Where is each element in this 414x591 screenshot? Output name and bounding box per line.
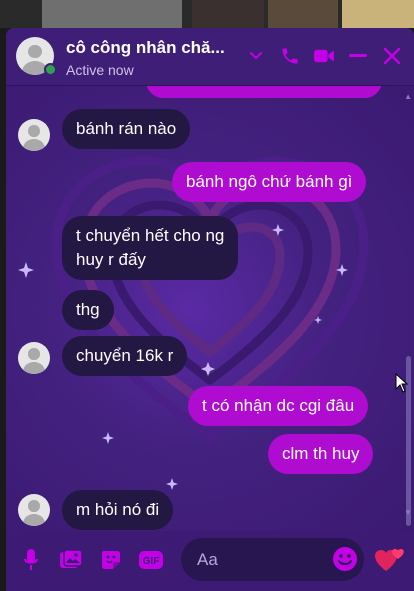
message-text: bánh rán nào (76, 119, 177, 138)
mouse-cursor-icon (395, 373, 409, 393)
image-icon[interactable] (58, 547, 84, 573)
message-text: m hỏi nó đi (76, 500, 160, 519)
message-avatar[interactable] (18, 119, 50, 151)
chat-header: cô công nhân chă... Active now (6, 28, 414, 86)
online-status-dot (44, 63, 57, 76)
microphone-icon[interactable] (18, 547, 44, 573)
background-thumbnail (342, 0, 414, 28)
chevron-down-icon[interactable] (242, 42, 270, 70)
incoming-message[interactable]: chuyển 16k r (62, 336, 188, 376)
heart-reaction-icon[interactable] (374, 545, 404, 575)
outgoing-message[interactable]: bánh ngô chứ bánh gì (172, 162, 367, 202)
contact-name[interactable]: cô công nhân chă... (66, 38, 225, 58)
gif-icon[interactable]: GIF (138, 547, 164, 573)
incoming-message[interactable]: m hỏi nó đi (62, 490, 174, 530)
close-icon[interactable] (378, 42, 406, 70)
message-list[interactable]: bánh rán nào bánh ngô chứ bánh gì t chuy… (6, 86, 414, 531)
minimize-icon[interactable] (344, 42, 372, 70)
background-thumbnail (268, 0, 338, 28)
emoji-icon[interactable] (332, 546, 358, 572)
message-text: clm th huy (282, 444, 360, 463)
outgoing-message[interactable]: t có nhận dc cgi đâu (188, 386, 369, 426)
gif-label: GIF (143, 556, 160, 567)
active-status: Active now (66, 62, 134, 78)
message-text-line: t chuyển hết cho ng (76, 226, 225, 245)
message-text: chuyển 16k r (76, 346, 174, 365)
incoming-message[interactable]: thg (62, 290, 114, 330)
message-text: bánh ngô chứ bánh gì (186, 172, 353, 191)
phone-icon[interactable] (276, 42, 304, 70)
scroll-up-arrow[interactable]: ▲ (404, 92, 412, 101)
sticker-icon[interactable] (98, 547, 124, 573)
message-avatar[interactable] (18, 494, 50, 526)
message-text: t có nhận dc cgi đâu (202, 396, 355, 415)
background-thumbnail (192, 0, 264, 28)
video-icon[interactable] (310, 42, 338, 70)
scroll-down-arrow[interactable]: ▼ (404, 508, 412, 517)
previous-outgoing-bubble[interactable] (146, 86, 382, 98)
incoming-message[interactable]: bánh rán nào (62, 109, 191, 149)
message-input-field[interactable] (181, 538, 364, 581)
message-text: thg (76, 300, 100, 319)
message-composer: GIF (6, 531, 414, 591)
outgoing-message[interactable]: clm th huy (268, 434, 374, 474)
incoming-message[interactable]: t chuyển hết cho ng huy r đấy (62, 216, 239, 280)
message-input[interactable] (181, 538, 321, 581)
message-text-line: huy r đấy (76, 250, 146, 269)
message-avatar[interactable] (18, 342, 50, 374)
chat-window: cô công nhân chă... Active now bánh rán … (6, 28, 414, 591)
background-thumbnail (42, 0, 182, 28)
background-window-strip (0, 0, 414, 28)
